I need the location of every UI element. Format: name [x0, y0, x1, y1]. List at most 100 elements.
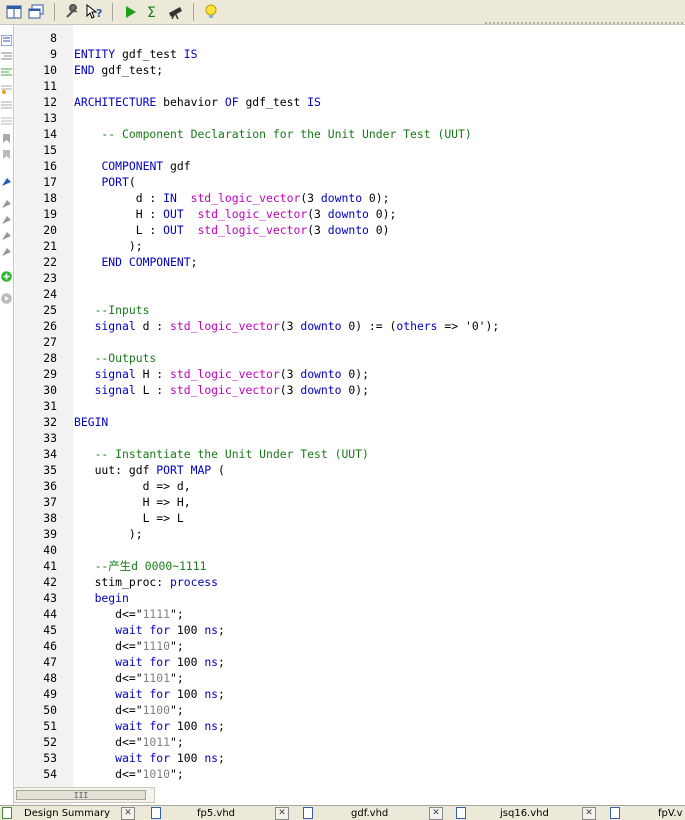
- window-icon[interactable]: [4, 2, 24, 22]
- scrollbar-thumb[interactable]: III: [16, 790, 146, 800]
- code-line[interactable]: 23: [15, 270, 685, 286]
- run-icon[interactable]: [120, 2, 140, 22]
- outdent-icon[interactable]: [1, 63, 12, 76]
- toolbar: ? Σ: [0, 0, 685, 25]
- code-text: --Outputs: [74, 351, 157, 365]
- help-pointer-icon[interactable]: ?: [85, 2, 105, 22]
- close-icon[interactable]: ✕: [121, 807, 135, 820]
- code-line[interactable]: 24: [15, 286, 685, 302]
- code-line[interactable]: 45 wait for 100 ns;: [15, 622, 685, 638]
- code-line[interactable]: 31: [15, 398, 685, 414]
- line-number: 9: [50, 47, 57, 61]
- sigma-icon[interactable]: Σ: [143, 2, 163, 22]
- bookmark-icon[interactable]: [1, 145, 12, 159]
- find-icon[interactable]: [1, 243, 12, 256]
- code-line[interactable]: 34 -- Instantiate the Unit Under Test (U…: [15, 446, 685, 462]
- close-icon[interactable]: ✕: [582, 807, 596, 820]
- indent-icon[interactable]: [1, 47, 12, 60]
- comment-icon[interactable]: [1, 79, 12, 94]
- code-line[interactable]: 15: [15, 142, 685, 158]
- code-line[interactable]: 17 PORT(: [15, 174, 685, 190]
- code-text: );: [74, 239, 143, 253]
- code-line[interactable]: 39 );: [15, 526, 685, 542]
- line-number: 20: [43, 223, 57, 237]
- code-line[interactable]: 26 signal d : std_logic_vector(3 downto …: [15, 318, 685, 334]
- code-text: d : IN std_logic_vector(3 downto 0);: [74, 191, 390, 205]
- forward-icon[interactable]: [1, 289, 12, 304]
- add-icon[interactable]: [1, 267, 12, 282]
- code-text: d<="1111";: [74, 607, 184, 621]
- code-line[interactable]: 14 -- Component Declaration for the Unit…: [15, 126, 685, 142]
- lightbulb-icon[interactable]: [201, 2, 221, 22]
- code-line[interactable]: 42 stim_proc: process: [15, 574, 685, 590]
- code-line[interactable]: 33: [15, 430, 685, 446]
- code-line[interactable]: 53 wait for 100 ns;: [15, 750, 685, 766]
- code-line[interactable]: 10 END gdf_test;: [15, 62, 685, 78]
- line-number: 38: [43, 511, 57, 525]
- code-line[interactable]: 13: [15, 110, 685, 126]
- close-icon[interactable]: ✕: [429, 807, 443, 820]
- list-icon[interactable]: [0, 31, 13, 47]
- bookmark-next-icon[interactable]: [1, 173, 12, 186]
- bookmark-prev-icon[interactable]: [1, 195, 12, 208]
- code-line[interactable]: 11: [15, 78, 685, 94]
- line-number: 14: [43, 127, 57, 141]
- line-number: 45: [43, 623, 57, 637]
- horizontal-scrollbar[interactable]: III: [13, 787, 155, 803]
- code-line[interactable]: 8: [15, 30, 685, 46]
- code-line[interactable]: 29 signal H : std_logic_vector(3 downto …: [15, 366, 685, 382]
- code-text: END COMPONENT;: [101, 255, 198, 269]
- code-line[interactable]: 46 d<="1110";: [15, 638, 685, 654]
- line-number: 25: [43, 303, 57, 317]
- tab-label: fp5.vhd: [197, 808, 236, 819]
- code-line[interactable]: 48 d<="1101";: [15, 670, 685, 686]
- code-line[interactable]: 36 d => d,: [15, 478, 685, 494]
- code-text: wait for 100 ns;: [115, 751, 225, 765]
- code-line[interactable]: 52 d<="1011";: [15, 734, 685, 750]
- code-line[interactable]: 30 signal L : std_logic_vector(3 downto …: [15, 382, 685, 398]
- code-line[interactable]: 22 END COMPONENT;: [15, 254, 685, 270]
- bookmark-clear-icon[interactable]: [1, 211, 12, 224]
- code-line[interactable]: 9 ENTITY gdf_test IS: [15, 46, 685, 62]
- code-text: --Inputs: [74, 303, 150, 317]
- code-line[interactable]: 49 wait for 100 ns;: [15, 686, 685, 702]
- line-number: 52: [43, 735, 57, 749]
- code-line[interactable]: 32 BEGIN: [15, 414, 685, 430]
- code-line[interactable]: 35 uut: gdf PORT MAP (: [15, 462, 685, 478]
- code-line[interactable]: 27: [15, 334, 685, 350]
- bookmark-toggle-icon[interactable]: [1, 129, 12, 143]
- line-number: 12: [43, 95, 57, 109]
- code-line[interactable]: 37 H => H,: [15, 494, 685, 510]
- wrench-icon[interactable]: [62, 2, 82, 22]
- code-line[interactable]: 12 ARCHITECTURE behavior OF gdf_test IS: [15, 94, 685, 110]
- code-line[interactable]: 43 begin: [15, 590, 685, 606]
- toolbar-separator: [112, 3, 113, 21]
- code-line[interactable]: 50 d<="1100";: [15, 702, 685, 718]
- code-line[interactable]: 21 );: [15, 238, 685, 254]
- code-line[interactable]: 28 --Outputs: [15, 350, 685, 366]
- telescope-icon[interactable]: [166, 2, 186, 22]
- code-line[interactable]: 47 wait for 100 ns;: [15, 654, 685, 670]
- left-toolbar: [0, 25, 14, 805]
- code-editor[interactable]: 8 9 ENTITY gdf_test IS 10 END gdf_test; 11 12 A…: [15, 25, 685, 805]
- code-line[interactable]: 51 wait for 100 ns;: [15, 718, 685, 734]
- line-number: 26: [43, 319, 57, 333]
- line-number: 50: [43, 703, 57, 717]
- code-line[interactable]: 18 d : IN std_logic_vector(3 downto 0);: [15, 190, 685, 206]
- uncomment-icon[interactable]: [1, 95, 12, 109]
- code-line[interactable]: 54 d<="1010";: [15, 766, 685, 782]
- code-line[interactable]: 20 L : OUT std_logic_vector(3 downto 0): [15, 222, 685, 238]
- code-line[interactable]: 16 COMPONENT gdf: [15, 158, 685, 174]
- restore-window-icon[interactable]: [26, 2, 46, 22]
- code-line[interactable]: 41 --产生d 0000~1111: [15, 558, 685, 574]
- code-line[interactable]: 38 L => L: [15, 510, 685, 526]
- close-icon[interactable]: ✕: [275, 807, 289, 820]
- toolbar-grip[interactable]: [485, 22, 685, 24]
- code-line[interactable]: 44 d<="1111";: [15, 606, 685, 622]
- vhdl-file-icon: [610, 807, 620, 819]
- code-line[interactable]: 40: [15, 542, 685, 558]
- code-line[interactable]: 25 --Inputs: [15, 302, 685, 318]
- goto-icon[interactable]: [1, 227, 12, 240]
- code-line[interactable]: 19 H : OUT std_logic_vector(3 downto 0);: [15, 206, 685, 222]
- format-icon[interactable]: [1, 111, 12, 125]
